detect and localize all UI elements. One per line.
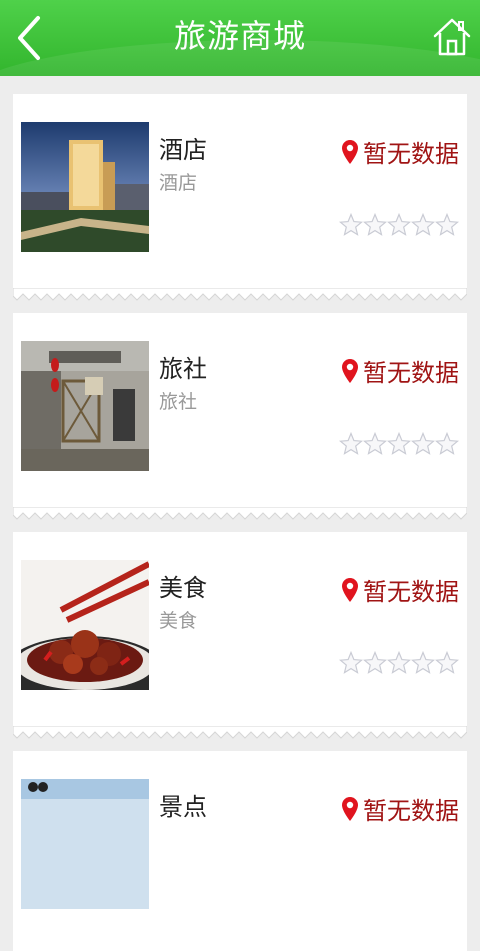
location-pin-icon bbox=[342, 577, 358, 602]
item-name: 美食 bbox=[159, 574, 207, 602]
page-title: 旅游商城 bbox=[173, 17, 306, 55]
location-pin-icon bbox=[342, 139, 358, 164]
star-icon bbox=[411, 650, 435, 674]
location-info: 暂无数据 bbox=[341, 353, 459, 388]
list-item[interactable]: 景点 暂无数据 bbox=[13, 751, 467, 951]
rating-stars bbox=[339, 650, 459, 676]
location-info: 暂无数据 bbox=[341, 572, 459, 607]
top-bar: 旅游商城 bbox=[0, 0, 480, 76]
card-torn-edge bbox=[13, 288, 467, 301]
star-icon bbox=[363, 431, 387, 455]
item-name: 酒店 bbox=[159, 136, 207, 164]
star-icon bbox=[387, 212, 411, 236]
list-item[interactable]: 美食 美食 暂无数据 bbox=[13, 532, 467, 739]
scenic-thumbnail bbox=[21, 779, 149, 909]
list-item[interactable]: 酒店 酒店 暂无数据 bbox=[13, 94, 467, 301]
hotel-thumbnail bbox=[21, 122, 149, 252]
star-icon bbox=[339, 650, 363, 674]
rating-stars bbox=[339, 212, 459, 238]
location-info: 暂无数据 bbox=[341, 791, 459, 826]
location-text: 暂无数据 bbox=[363, 140, 459, 168]
item-name: 景点 bbox=[159, 793, 207, 821]
star-icon bbox=[411, 431, 435, 455]
star-icon bbox=[435, 212, 459, 236]
star-icon bbox=[435, 650, 459, 674]
item-name: 旅社 bbox=[159, 355, 207, 383]
location-text: 暂无数据 bbox=[363, 578, 459, 606]
location-text: 暂无数据 bbox=[363, 797, 459, 825]
item-subtitle: 旅社 bbox=[159, 391, 198, 413]
location-pin-icon bbox=[342, 358, 358, 383]
list-item[interactable]: 旅社 旅社 暂无数据 bbox=[13, 313, 467, 520]
star-icon bbox=[387, 431, 411, 455]
home-icon bbox=[433, 18, 471, 56]
location-pin-icon bbox=[342, 796, 358, 821]
guesthouse-thumbnail bbox=[21, 341, 149, 471]
star-icon bbox=[363, 212, 387, 236]
star-icon bbox=[435, 431, 459, 455]
item-subtitle: 酒店 bbox=[159, 172, 198, 194]
star-icon bbox=[363, 650, 387, 674]
location-text: 暂无数据 bbox=[363, 359, 459, 387]
item-subtitle: 美食 bbox=[159, 610, 198, 632]
home-button[interactable] bbox=[432, 14, 472, 60]
food-thumbnail bbox=[21, 560, 149, 690]
rating-stars bbox=[339, 431, 459, 457]
star-icon bbox=[387, 650, 411, 674]
location-info: 暂无数据 bbox=[341, 134, 459, 169]
star-icon bbox=[339, 212, 363, 236]
card-torn-edge bbox=[13, 726, 467, 739]
star-icon bbox=[339, 431, 363, 455]
card-torn-edge bbox=[13, 507, 467, 520]
star-icon bbox=[411, 212, 435, 236]
